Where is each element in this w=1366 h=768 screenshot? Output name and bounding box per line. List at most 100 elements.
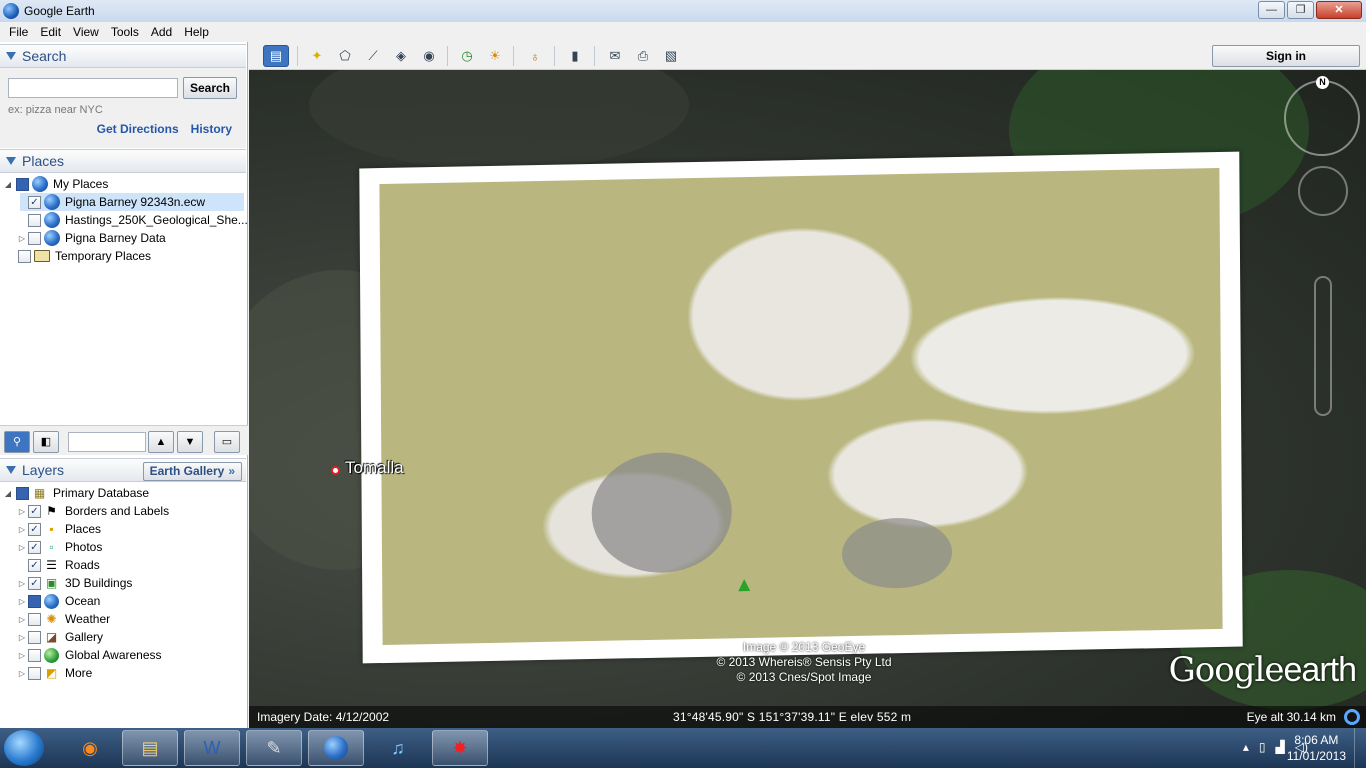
google-earth-taskbar-icon[interactable] (308, 730, 364, 766)
search-places-button[interactable]: ⚲ (4, 431, 30, 453)
layer-global-awareness[interactable]: ▷ Global Awareness (16, 646, 162, 664)
sunlight-icon[interactable]: ☀ (482, 45, 508, 67)
checkbox[interactable]: ✓ (28, 558, 41, 572)
map-view[interactable]: Tomalla Image © 2013 GeoEye © 2013 Where… (249, 70, 1366, 728)
network-icon[interactable]: ▟ (1276, 740, 1285, 754)
add-path-icon[interactable]: ⟋ (360, 45, 386, 67)
layer-weather[interactable]: ▷ ✺ Weather (16, 610, 110, 628)
print-icon[interactable]: ⎙ (630, 45, 656, 67)
menu-file[interactable]: File (3, 22, 34, 42)
checkbox[interactable] (28, 666, 41, 680)
checkbox[interactable] (28, 648, 41, 662)
checkbox[interactable] (18, 249, 31, 263)
maximize-button[interactable]: ❐ (1287, 1, 1314, 19)
expand-arrow-icon[interactable]: ▷ (16, 669, 28, 678)
show-desktop-button[interactable] (1354, 728, 1366, 768)
tree-item-hastings-geological[interactable]: Hastings_250K_Geological_She... (20, 211, 248, 229)
record-tour-icon[interactable]: ◉ (416, 45, 442, 67)
image-overlay-topo-map[interactable] (359, 151, 1243, 664)
layers-panel-header[interactable]: Layers Earth Gallery» (0, 458, 246, 482)
ruler-icon[interactable]: ▮ (562, 45, 588, 67)
expand-arrow-icon[interactable]: ▷ (16, 651, 28, 660)
north-indicator[interactable]: N (1316, 76, 1329, 89)
checkbox[interactable]: ✓ (28, 195, 41, 209)
layer-gallery[interactable]: ▷ ◪ Gallery (16, 628, 103, 646)
collapse-arrow-icon[interactable]: ◢ (4, 180, 12, 189)
layer-3d-buildings[interactable]: ▷ ✓ ▣ 3D Buildings (16, 574, 132, 592)
expand-arrow-icon[interactable]: ▷ (16, 633, 28, 642)
search-panel-header[interactable]: Search (0, 44, 246, 68)
tree-item-pigna-barney-ecw[interactable]: ✓ Pigna Barney 92343n.ecw (20, 193, 244, 211)
gis-tool-icon[interactable]: ✎ (246, 730, 302, 766)
checkbox[interactable] (28, 612, 41, 626)
panel-toggle-button[interactable]: ◧ (33, 431, 59, 453)
battery-icon[interactable]: ▯ (1259, 740, 1266, 754)
search-button[interactable]: Search (183, 77, 237, 99)
layer-places[interactable]: ▷ ✓ ▪ Places (16, 520, 101, 538)
tree-item-pigna-barney-data[interactable]: ▷ Pigna Barney Data (16, 229, 166, 247)
minimize-button[interactable]: — (1258, 1, 1285, 19)
system-clock[interactable]: 8:06 AM 11/01/2013 (1287, 732, 1346, 764)
paint-splat-icon[interactable]: ✸ (432, 730, 488, 766)
move-up-button[interactable]: ▲ (148, 431, 174, 453)
menu-tools[interactable]: Tools (105, 22, 145, 42)
checkbox[interactable]: ✓ (28, 522, 41, 536)
expand-arrow-icon[interactable]: ▷ (16, 525, 28, 534)
menu-help[interactable]: Help (178, 22, 215, 42)
layer-borders-labels[interactable]: ▷ ✓ ⚑ Borders and Labels (16, 502, 169, 520)
add-polygon-icon[interactable]: ⬠ (332, 45, 358, 67)
expand-arrow-icon[interactable]: ▷ (16, 507, 28, 516)
add-placemark-icon[interactable]: ✦ (304, 45, 330, 67)
move-down-button[interactable]: ▼ (177, 431, 203, 453)
tree-item-my-places[interactable]: ◢ My Places (4, 175, 108, 193)
places-panel-header[interactable]: Places (0, 149, 246, 173)
layer-more[interactable]: ▷ ◩ More (16, 664, 92, 682)
historical-imagery-icon[interactable]: ◷ (454, 45, 480, 67)
expand-arrow-icon[interactable]: ▷ (16, 615, 28, 624)
checkbox[interactable] (28, 630, 41, 644)
look-joystick-control[interactable] (1298, 166, 1348, 216)
word-icon[interactable]: W (184, 730, 240, 766)
menu-add[interactable]: Add (145, 22, 178, 42)
layer-roads[interactable]: ✓ ☰ Roads (16, 556, 100, 574)
earth-gallery-button[interactable]: Earth Gallery» (142, 462, 242, 481)
tray-expand-icon[interactable]: ▴ (1243, 740, 1249, 754)
place-label-tomalla[interactable]: Tomalla (331, 458, 404, 478)
checkbox[interactable] (28, 231, 41, 245)
layer-primary-database[interactable]: ◢ ▦ Primary Database (4, 484, 149, 502)
checkbox[interactable] (16, 177, 29, 191)
start-button-icon[interactable] (4, 730, 44, 766)
tree-marker-icon[interactable] (738, 578, 751, 592)
checkbox[interactable] (28, 594, 41, 608)
expand-arrow-icon[interactable]: ▷ (16, 543, 28, 552)
expand-arrow-icon[interactable]: ▷ (16, 597, 28, 606)
checkbox[interactable] (28, 213, 41, 227)
layer-photos[interactable]: ▷ ✓ ▫ Photos (16, 538, 102, 556)
places-filter-field[interactable] (68, 432, 146, 452)
zoom-slider[interactable] (1314, 276, 1332, 416)
planets-icon[interactable]: ♁ (522, 45, 548, 67)
tree-item-temporary-places[interactable]: Temporary Places (10, 247, 151, 265)
collapse-arrow-icon[interactable]: ◢ (4, 489, 12, 498)
sign-in-button[interactable]: Sign in (1212, 45, 1360, 67)
checkbox[interactable]: ✓ (28, 504, 41, 518)
checkbox[interactable]: ✓ (28, 576, 41, 590)
checkbox[interactable] (16, 486, 29, 500)
close-button[interactable]: ✕ (1316, 1, 1362, 19)
new-folder-button[interactable]: ▭ (214, 431, 240, 453)
expand-arrow-icon[interactable]: ▷ (16, 579, 28, 588)
view-in-maps-icon[interactable]: ▧ (658, 45, 684, 67)
firefox-icon[interactable]: ◉ (62, 730, 118, 766)
sidebar-toggle-icon[interactable]: ▤ (263, 45, 289, 67)
compass-control[interactable]: N (1284, 76, 1360, 156)
checkbox[interactable]: ✓ (28, 540, 41, 554)
explorer-folder-icon[interactable]: ▤ (122, 730, 178, 766)
expand-arrow-icon[interactable]: ▷ (16, 234, 28, 243)
history-link[interactable]: History (191, 122, 232, 136)
itunes-icon[interactable]: ♫ (370, 730, 426, 766)
menu-edit[interactable]: Edit (34, 22, 67, 42)
email-icon[interactable]: ✉ (602, 45, 628, 67)
get-directions-link[interactable]: Get Directions (97, 122, 179, 136)
layer-ocean[interactable]: ▷ Ocean (16, 592, 100, 610)
menu-view[interactable]: View (67, 22, 105, 42)
